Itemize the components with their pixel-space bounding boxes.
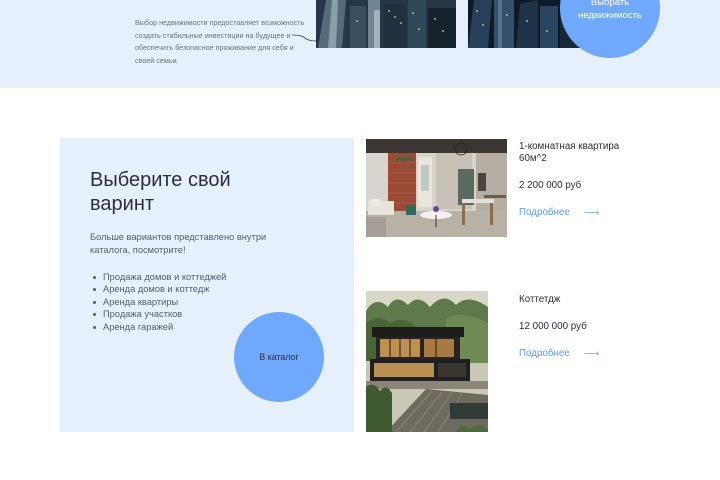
services-list: Продажа домов и коттеджей Аренда домов и…: [90, 271, 226, 333]
choose-title: Выберите свой варинт: [90, 169, 231, 215]
details-link[interactable]: Подробнее ⟶: [519, 348, 600, 360]
listing-price: 12 000 000 руб: [519, 321, 587, 332]
choose-subtitle: Больше вариантов представлено внутри кат…: [90, 232, 267, 255]
connector-line-icon: [292, 34, 318, 42]
list-item: Продажа домов и коттеджей: [90, 271, 226, 283]
details-link-label: Подробнее: [519, 348, 570, 359]
hero-description: Выбор недвижимости предоставляет возможн…: [135, 18, 305, 65]
choose-option-card: Выберите свой варинт Больше вариантов пр…: [60, 138, 354, 432]
cottage-exterior-photo[interactable]: [366, 291, 488, 432]
list-item: Аренда квартиры: [90, 296, 226, 308]
list-item: Продажа участков: [90, 308, 226, 320]
apartment-interior-photo[interactable]: [366, 139, 507, 237]
listing-card: 1-комнатная квартира 60м^2 2 200 000 руб…: [366, 139, 666, 238]
listing-title: 1-комнатная квартира 60м^2: [519, 141, 620, 165]
details-link-label: Подробнее: [519, 207, 570, 218]
choose-property-label: Выбрать недвижимость: [578, 0, 642, 21]
listing-card: Коттетдж 12 000 000 руб Подробнее ⟶: [366, 291, 666, 432]
list-item: Аренда домов и коттедж: [90, 283, 226, 295]
listing-price: 2 200 000 руб: [519, 180, 582, 191]
hero-section: Выбор недвижимости предоставляет возможн…: [0, 0, 720, 88]
choose-property-button[interactable]: Выбрать недвижимость: [560, 0, 660, 58]
city-skyscrapers-image: [316, 0, 456, 48]
arrow-right-icon: ⟶: [583, 348, 600, 360]
catalog-button[interactable]: В каталог: [234, 312, 324, 402]
arrow-right-icon: ⟶: [583, 207, 600, 219]
list-item: Аренда гаражей: [90, 321, 226, 333]
listing-title: Коттетдж: [519, 294, 561, 305]
details-link[interactable]: Подробнее ⟶: [519, 207, 600, 219]
